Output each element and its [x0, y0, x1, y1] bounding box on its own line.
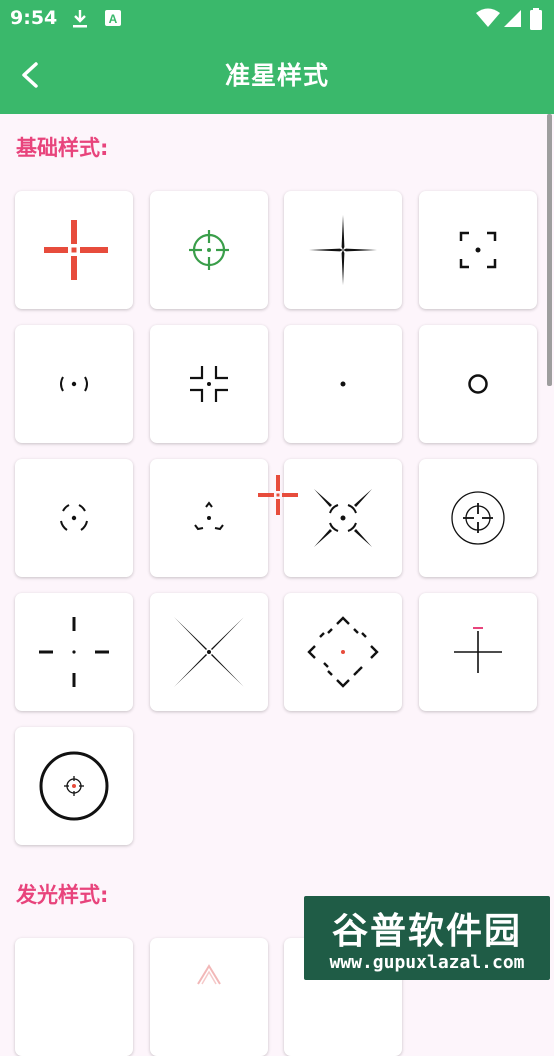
crosshair-card-pink-cross[interactable]: [419, 593, 537, 711]
section-title-glow: 发光样式:: [16, 883, 109, 907]
thin-cross-crosshair-icon: [309, 215, 377, 285]
x-ring-crosshair-icon: [314, 489, 372, 547]
crosshair-card-thin-cross[interactable]: [284, 191, 402, 309]
crosshair-card-dashed-cross[interactable]: [15, 593, 133, 711]
glow-cross-crosshair-icon: [197, 964, 221, 985]
svg-text:A: A: [109, 12, 118, 26]
big-ring-target-crosshair-icon: [39, 751, 109, 821]
status-bar: 9:54 A: [0, 0, 554, 38]
green-scope-crosshair-icon: [189, 230, 229, 270]
glow-crosshair-card-1[interactable]: [15, 938, 133, 1056]
scope-circle-crosshair-icon: [451, 491, 505, 545]
crosshair-card-diamond-dashes[interactable]: [284, 593, 402, 711]
crosshair-card-big-ring-target[interactable]: [15, 727, 133, 845]
crosshair-card-ring[interactable]: [419, 325, 537, 443]
watermark-url: www.gupuxlazal.com: [329, 952, 525, 973]
crosshair-card-corner-box[interactable]: [419, 191, 537, 309]
crosshair-card-center-dot[interactable]: [284, 325, 402, 443]
app-bar: 准星样式: [0, 38, 554, 114]
center-dot-crosshair-icon: [340, 381, 346, 387]
dashed-circle-crosshair-icon: [60, 504, 88, 531]
crosshair-card-parenthesis-dot[interactable]: [15, 325, 133, 443]
scrollbar[interactable]: [547, 114, 552, 386]
dashed-cross-crosshair-icon: [39, 617, 109, 687]
diamond-dashes-crosshair-icon: [307, 616, 379, 688]
crosshair-card-diagonal-x[interactable]: [150, 593, 268, 711]
watermark-name: 谷普软件园: [331, 911, 522, 952]
crosshair-card-green-scope[interactable]: [150, 191, 268, 309]
red-cross-crosshair-icon: [44, 220, 108, 280]
status-time: 9:54: [10, 7, 58, 29]
parenthesis-dot-crosshair-icon: [60, 376, 88, 392]
triangle-dots-crosshair-icon: [194, 501, 224, 531]
page-title: 准星样式: [224, 61, 329, 90]
crosshair-card-red-cross[interactable]: [15, 191, 133, 309]
crosshair-card-four-corners[interactable]: [150, 325, 268, 443]
watermark-logo: 谷普软件园 www.gupuxlazal.com: [304, 896, 550, 980]
section-title-basic: 基础样式:: [16, 136, 109, 160]
crosshair-card-x-ring[interactable]: [284, 459, 402, 577]
drag-preview-crosshair-icon[interactable]: [258, 475, 298, 515]
text-a-icon: A: [105, 10, 121, 26]
crosshair-card-triangle-dots[interactable]: [150, 459, 268, 577]
download-icon: [73, 10, 87, 28]
wifi-icon: [476, 8, 500, 27]
glow-crosshair-card-2[interactable]: [150, 938, 268, 1056]
crosshair-card-dashed-circle[interactable]: [15, 459, 133, 577]
pink-cross-crosshair-icon: [454, 627, 502, 673]
signal-icon: [504, 10, 521, 27]
four-corners-crosshair-icon: [190, 366, 228, 402]
corner-box-crosshair-icon: [459, 231, 497, 269]
ring-crosshair-icon: [468, 374, 488, 394]
diagonal-x-crosshair-icon: [174, 617, 244, 687]
battery-icon: [530, 8, 542, 30]
crosshair-card-scope-circle[interactable]: [419, 459, 537, 577]
